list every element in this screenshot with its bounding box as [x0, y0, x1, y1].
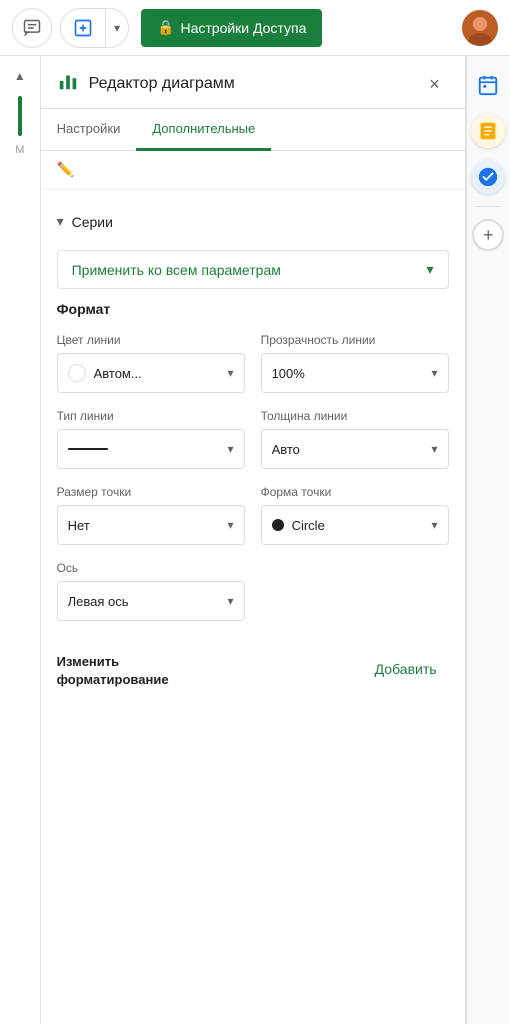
main-layout: ▲ M Редактор диаграмм × Настройки Дополн… — [0, 56, 510, 1024]
add-split-arrow[interactable]: ▾ — [105, 9, 128, 47]
line-type-label: Тип линии — [57, 409, 245, 423]
topbar: ▾ 🔒 Настройки Доступа — [0, 0, 510, 56]
access-label: Настройки Доступа — [180, 20, 306, 36]
right-divider — [476, 206, 500, 207]
chart-editor-panel: Редактор диаграмм × Настройки Дополнител… — [41, 56, 466, 1024]
line-opacity-select[interactable]: 100% ▾ — [261, 353, 449, 393]
series-section-header[interactable]: ▾ Серии — [57, 205, 449, 238]
line-type-arrow-icon: ▾ — [228, 442, 234, 456]
point-size-select[interactable]: Нет ▾ — [57, 505, 245, 545]
sheet-indicator — [18, 96, 22, 136]
format-title: Формат — [57, 301, 449, 317]
point-size-label: Размер точки — [57, 485, 245, 499]
notes-icon-btn[interactable] — [471, 114, 505, 148]
chat-icon-btn[interactable] — [12, 8, 52, 48]
line-color-arrow-icon: ▾ — [228, 366, 234, 380]
right-sidebar: + — [466, 56, 510, 1024]
point-size-arrow-icon: ▾ — [228, 518, 234, 532]
add-button[interactable]: Добавить — [363, 653, 449, 685]
line-thickness-label: Толщина линии — [261, 409, 449, 423]
form-row-line-type: Тип линии ▾ Толщина линии Авто ▾ — [57, 409, 449, 469]
calendar-icon-btn[interactable] — [471, 68, 505, 102]
apply-all-button[interactable]: Применить ко всем параметрам ▾ — [57, 250, 449, 289]
form-group-line-opacity: Прозрачность линии 100% ▾ — [261, 333, 449, 393]
tabs: Настройки Дополнительные — [41, 109, 465, 151]
line-thickness-value: Авто — [272, 442, 300, 457]
color-dot — [68, 364, 86, 382]
form-group-point-size: Размер точки Нет ▾ — [57, 485, 245, 545]
line-opacity-arrow-icon: ▾ — [432, 366, 438, 380]
change-format-line1: Изменить — [57, 653, 169, 671]
apply-arrow-icon: ▾ — [427, 261, 434, 278]
form-row-axis: Ось Левая ось ▾ — [57, 561, 449, 621]
access-settings-button[interactable]: 🔒 Настройки Доступа — [141, 9, 322, 47]
point-shape-arrow-icon: ▾ — [432, 518, 438, 532]
bottom-actions: Изменить форматирование Добавить — [57, 637, 449, 697]
form-row-point: Размер точки Нет ▾ Форма точки Circle — [57, 485, 449, 545]
axis-value: Левая ось — [68, 594, 129, 609]
axis-label: Ось — [57, 561, 245, 575]
sheet-label: M — [15, 144, 24, 156]
form-group-axis: Ось Левая ось ▾ — [57, 561, 245, 621]
point-shape-label: Форма точки — [261, 485, 449, 499]
tasks-icon-btn[interactable] — [471, 160, 505, 194]
add-split-btn[interactable]: ▾ — [60, 8, 129, 48]
chart-icon — [57, 70, 79, 98]
add-plugin-button[interactable]: + — [472, 219, 504, 251]
form-group-line-type: Тип линии ▾ — [57, 409, 245, 469]
panel-title: Редактор диаграмм — [89, 75, 421, 93]
line-opacity-value: 100% — [272, 366, 305, 381]
subtitle-row: ✏️ — [41, 151, 465, 189]
change-format-line2: форматирование — [57, 671, 169, 689]
lock-icon: 🔒 — [157, 19, 174, 36]
line-color-select[interactable]: Автом... ▾ — [57, 353, 245, 393]
tab-settings[interactable]: Настройки — [41, 109, 137, 151]
axis-select[interactable]: Левая ось ▾ — [57, 581, 245, 621]
add-split-main[interactable] — [61, 9, 105, 47]
collapse-arrow[interactable]: ▲ — [8, 64, 32, 88]
line-color-label: Цвет линии — [57, 333, 245, 347]
apply-all-label: Применить ко всем параметрам — [72, 262, 281, 278]
left-bar: ▲ M — [0, 56, 41, 1024]
line-type-preview — [68, 448, 108, 450]
panel-content[interactable]: ▾ Серии Применить ко всем параметрам ▾ Ф… — [41, 189, 465, 1024]
point-shape-value: Circle — [292, 518, 325, 533]
line-thickness-arrow-icon: ▾ — [432, 442, 438, 456]
line-opacity-label: Прозрачность линии — [261, 333, 449, 347]
form-group-point-shape: Форма точки Circle ▾ — [261, 485, 449, 545]
form-row-line-color: Цвет линии Автом... ▾ Прозрачность линии… — [57, 333, 449, 393]
dot-shape-preview — [272, 519, 284, 531]
tab-advanced[interactable]: Дополнительные — [136, 109, 271, 151]
edit-icon: ✏️ — [57, 161, 74, 178]
change-format-text: Изменить форматирование — [57, 653, 169, 689]
line-type-select[interactable]: ▾ — [57, 429, 245, 469]
point-shape-select[interactable]: Circle ▾ — [261, 505, 449, 545]
series-title: Серии — [72, 214, 113, 230]
form-group-line-color: Цвет линии Автом... ▾ — [57, 333, 245, 393]
close-button[interactable]: × — [421, 70, 449, 98]
line-color-value: Автом... — [94, 366, 142, 381]
point-size-value: Нет — [68, 518, 90, 533]
line-thickness-select[interactable]: Авто ▾ — [261, 429, 449, 469]
axis-arrow-icon: ▾ — [228, 594, 234, 608]
form-group-line-thickness: Толщина линии Авто ▾ — [261, 409, 449, 469]
panel-header: Редактор диаграмм × — [41, 56, 465, 109]
user-avatar[interactable] — [462, 10, 498, 46]
series-chevron-icon: ▾ — [57, 213, 64, 230]
